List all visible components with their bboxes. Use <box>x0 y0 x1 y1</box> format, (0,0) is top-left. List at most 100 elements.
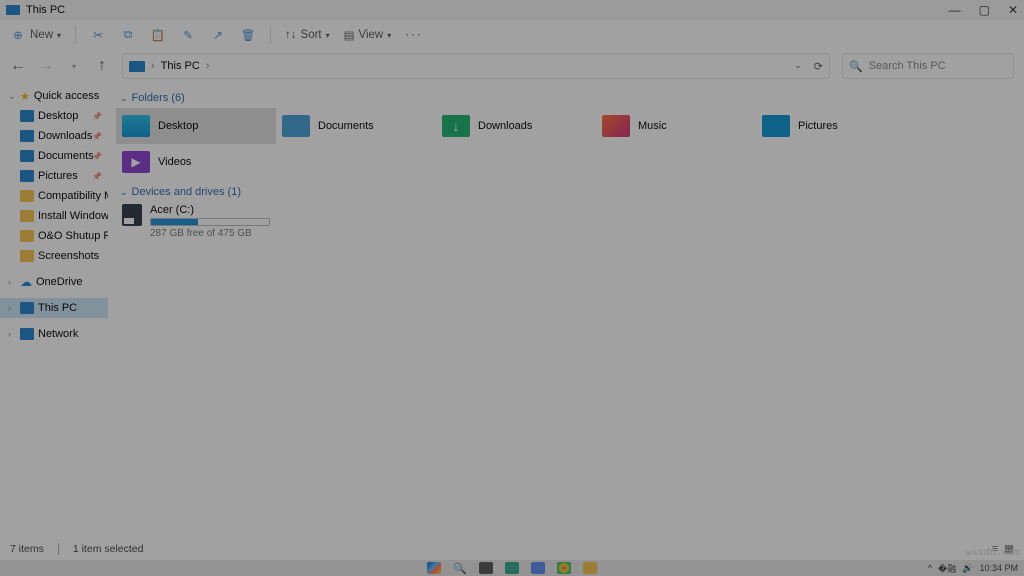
chevron-right-icon: › <box>8 329 16 339</box>
chevron-down-icon: ▾ <box>387 31 391 40</box>
copy-icon[interactable]: ⧉ <box>120 27 136 43</box>
folder-icon <box>20 210 34 222</box>
pictures-icon <box>20 170 34 182</box>
sidebar-item-oo-shutup[interactable]: O&O Shutup Review <box>0 226 108 246</box>
widgets-icon[interactable] <box>505 562 519 574</box>
sidebar-onedrive[interactable]: ›☁OneDrive <box>0 272 108 292</box>
drive-c[interactable]: Acer (C:) 287 GB free of 475 GB <box>116 202 276 241</box>
delete-icon[interactable]: 🗑 <box>240 27 256 43</box>
status-count: 7 items <box>10 543 44 555</box>
group-folders-header[interactable]: ⌄ Folders (6) <box>116 86 1024 108</box>
folder-videos[interactable]: ▶Videos <box>116 144 276 180</box>
address-bar[interactable]: › This PC › ⌄ ⟳ <box>122 53 830 79</box>
group-drives-header[interactable]: ⌄ Devices and drives (1) <box>116 180 1024 202</box>
sidebar: ⌄ ★ Quick access Desktop Downloads Docum… <box>0 82 108 348</box>
titlebar: This PC — ▢ ✕ <box>0 0 1024 20</box>
drive-usage-bar <box>150 218 270 226</box>
forward-button[interactable]: → <box>38 57 54 75</box>
sidebar-item-pictures[interactable]: Pictures <box>0 166 108 186</box>
music-folder-icon <box>602 115 630 137</box>
sidebar-item-screenshots[interactable]: Screenshots <box>0 246 108 266</box>
more-button[interactable]: ··· <box>405 29 423 41</box>
clock[interactable]: 10:34 PM <box>979 563 1018 573</box>
status-bar: 7 items 1 item selected ≡ ▦ <box>0 538 1024 560</box>
pc-icon <box>129 61 145 72</box>
folder-icon <box>20 250 34 262</box>
path-chevron: › <box>151 60 155 72</box>
drive-label: Acer (C:) <box>150 204 270 216</box>
view-icon: ▤ <box>344 28 355 42</box>
sidebar-this-pc[interactable]: ›This PC <box>0 298 108 318</box>
main-pane: ⌄ Folders (6) Desktop Documents ↓Downloa… <box>108 82 1024 348</box>
chevron-down-icon: ▾ <box>326 31 330 40</box>
paste-icon[interactable]: 📋 <box>150 27 166 43</box>
folder-downloads[interactable]: ↓Downloads <box>436 108 596 144</box>
explorer-icon[interactable] <box>583 562 597 574</box>
folder-desktop[interactable]: Desktop <box>116 108 276 144</box>
folder-documents[interactable]: Documents <box>276 108 436 144</box>
sort-icon: ↑↓ <box>285 29 297 41</box>
folder-pictures[interactable]: Pictures <box>756 108 916 144</box>
desktop-folder-icon <box>122 115 150 137</box>
chat-icon[interactable] <box>531 562 545 574</box>
path-chevron: › <box>206 60 210 72</box>
close-button[interactable]: ✕ <box>1008 3 1018 17</box>
downloads-icon <box>20 130 34 142</box>
documents-icon <box>20 150 34 162</box>
search-box[interactable]: 🔍 Search This PC <box>842 53 1014 79</box>
network-icon <box>20 328 34 340</box>
sidebar-item-compat[interactable]: Compatibility Mode <box>0 186 108 206</box>
recent-button[interactable]: ▾ <box>66 62 82 71</box>
status-selected: 1 item selected <box>73 543 144 555</box>
watermark: wsxdn.com <box>966 547 1020 558</box>
cloud-icon: ☁ <box>20 275 32 289</box>
documents-folder-icon <box>282 115 310 137</box>
sidebar-item-install-win11[interactable]: Install Windows 11 <box>0 206 108 226</box>
tray-chevron-icon[interactable]: ^ <box>928 563 932 573</box>
sort-button[interactable]: ↑↓ Sort ▾ <box>285 29 330 41</box>
chevron-down-icon: ⌄ <box>120 187 128 198</box>
chevron-right-icon: › <box>8 303 16 313</box>
sidebar-item-documents[interactable]: Documents <box>0 146 108 166</box>
pc-icon <box>6 5 20 15</box>
share-icon[interactable]: ↗ <box>210 27 226 43</box>
search-icon: 🔍 <box>849 60 863 73</box>
sidebar-quick-access[interactable]: ⌄ ★ Quick access <box>0 86 108 106</box>
search-icon[interactable]: 🔍 <box>453 562 467 575</box>
path-segment[interactable]: This PC <box>161 60 200 72</box>
cut-icon[interactable]: ✂ <box>90 27 106 43</box>
refresh-icon[interactable]: ⟳ <box>814 60 823 73</box>
view-button[interactable]: ▤ View ▾ <box>344 28 392 42</box>
start-button[interactable] <box>427 562 441 574</box>
dropdown-icon[interactable]: ⌄ <box>794 60 802 73</box>
chevron-down-icon: ⌄ <box>8 91 16 102</box>
sidebar-item-downloads[interactable]: Downloads <box>0 126 108 146</box>
toolbar: ⊕ New ▾ ✂ ⧉ 📋 ✎ ↗ 🗑 ↑↓ Sort ▾ ▤ View ▾ ·… <box>0 20 1024 50</box>
taskview-icon[interactable] <box>479 562 493 574</box>
up-button[interactable]: ↑ <box>94 57 110 75</box>
desktop-icon <box>20 110 34 122</box>
videos-folder-icon: ▶ <box>122 151 150 173</box>
drive-sub-label: 287 GB free of 475 GB <box>150 228 270 239</box>
taskbar: 🔍 ^ �融 🔊 10:34 PM <box>0 560 1024 576</box>
minimize-button[interactable]: — <box>949 3 961 17</box>
pc-icon <box>20 302 34 314</box>
chevron-right-icon: › <box>8 277 16 287</box>
folder-icon <box>20 190 34 202</box>
back-button[interactable]: ← <box>10 57 26 75</box>
search-placeholder: Search This PC <box>869 60 946 72</box>
rename-icon[interactable]: ✎ <box>180 27 196 43</box>
address-bar-row: ← → ▾ ↑ › This PC › ⌄ ⟳ 🔍 Search This PC <box>0 50 1024 82</box>
volume-icon[interactable]: 🔊 <box>962 563 973 574</box>
chevron-down-icon: ▾ <box>57 31 61 40</box>
plus-icon: ⊕ <box>10 27 26 43</box>
window-title: This PC <box>26 4 65 16</box>
pictures-folder-icon <box>762 115 790 137</box>
maximize-button[interactable]: ▢ <box>979 3 990 17</box>
sidebar-network[interactable]: ›Network <box>0 324 108 344</box>
sidebar-item-desktop[interactable]: Desktop <box>0 106 108 126</box>
wifi-icon[interactable]: �融 <box>938 562 956 575</box>
chrome-icon[interactable] <box>557 562 571 574</box>
new-button[interactable]: ⊕ New ▾ <box>10 27 61 43</box>
folder-music[interactable]: Music <box>596 108 756 144</box>
